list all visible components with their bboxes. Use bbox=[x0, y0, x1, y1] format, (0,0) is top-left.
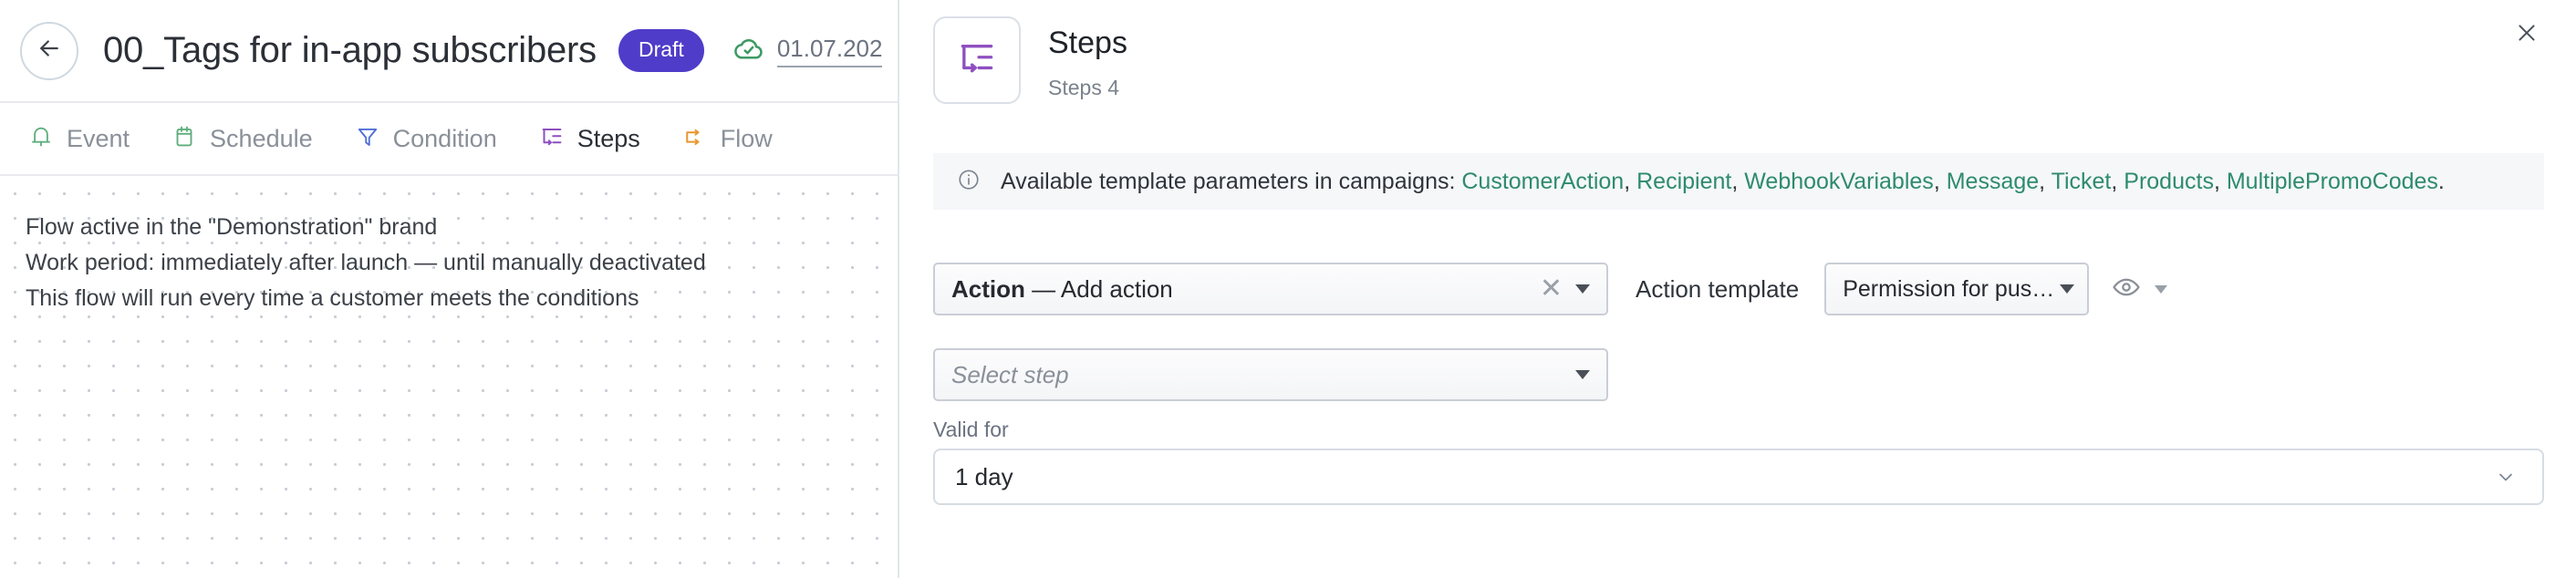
banner-text: Available template parameters in campaig… bbox=[1001, 169, 2445, 195]
param-link[interactable]: Recipient bbox=[1636, 169, 1731, 194]
tab-event[interactable]: Event bbox=[27, 123, 130, 155]
tab-schedule-label: Schedule bbox=[210, 124, 313, 152]
page-title: 00_Tags for in-app subscribers bbox=[103, 30, 597, 70]
tab-bar: Event Schedule Condition Steps Flow bbox=[0, 103, 898, 176]
saved-date: 01.07.202 bbox=[776, 35, 883, 67]
template-parameters-banner: Available template parameters in campaig… bbox=[933, 153, 2544, 210]
panel-subtitle: Steps 4 bbox=[1048, 75, 1119, 99]
action-select-bold: Action bbox=[951, 274, 1025, 303]
panel-title: Steps bbox=[1048, 26, 1127, 60]
caret-down-icon[interactable] bbox=[2060, 284, 2075, 294]
sep: , bbox=[1933, 168, 1947, 194]
flow-summary-line: Flow active in the "Demonstration" brand bbox=[26, 214, 438, 240]
tab-steps-label: Steps bbox=[576, 124, 640, 152]
tab-flow[interactable]: Flow bbox=[681, 123, 773, 155]
app-root: 00_Tags for in-app subscribers Draft 01.… bbox=[0, 0, 2576, 578]
info-icon bbox=[957, 168, 981, 196]
chevron-down-icon[interactable] bbox=[2495, 466, 2517, 488]
arrow-left-icon bbox=[36, 35, 63, 67]
top-bar: 00_Tags for in-app subscribers Draft 01.… bbox=[0, 0, 898, 103]
filter-icon bbox=[354, 123, 381, 155]
close-icon bbox=[2515, 21, 2539, 49]
action-row: Action — Add action ✕ Action template Pe… bbox=[933, 263, 2168, 315]
action-template-label: Action template bbox=[1636, 274, 1800, 303]
panel-icon-container bbox=[933, 16, 1021, 104]
sep: , bbox=[2111, 168, 2124, 194]
sep: , bbox=[1624, 168, 1637, 194]
banner-suffix: . bbox=[2437, 168, 2445, 194]
action-select[interactable]: Action — Add action ✕ bbox=[933, 263, 1608, 315]
sep: , bbox=[2039, 168, 2051, 194]
param-link[interactable]: MultiplePromoCodes bbox=[2227, 169, 2438, 194]
action-template-select[interactable]: Permission for push notification fro... bbox=[1824, 263, 2090, 315]
preview-template-button[interactable] bbox=[2111, 272, 2168, 307]
caret-down-icon[interactable] bbox=[1575, 370, 1590, 379]
bell-icon bbox=[27, 123, 55, 155]
panel-header: Steps Steps 4 bbox=[933, 16, 1127, 104]
tab-condition-label: Condition bbox=[392, 124, 497, 152]
action-select-rest: — Add action bbox=[1024, 274, 1173, 303]
action-select-value: Action — Add action bbox=[951, 275, 1173, 304]
tab-event-label: Event bbox=[67, 124, 130, 152]
param-link[interactable]: Products bbox=[2124, 169, 2214, 194]
param-link[interactable]: CustomerAction bbox=[1461, 169, 1624, 194]
tab-steps[interactable]: Steps bbox=[538, 123, 640, 155]
action-template-value: Permission for push notification fro... bbox=[1843, 275, 2060, 302]
status-badge: Draft bbox=[618, 29, 704, 72]
step-select[interactable]: Select step bbox=[933, 348, 1608, 401]
sep: , bbox=[2213, 168, 2227, 194]
back-button[interactable] bbox=[20, 21, 78, 80]
flow-summary: Flow active in the "Demonstration" brand… bbox=[26, 212, 706, 314]
flow-summary-line: Work period: immediately after launch — … bbox=[26, 250, 706, 275]
banner-prefix: Available template parameters in campaig… bbox=[1001, 168, 1462, 194]
steps-side-panel: Steps Steps 4 Available template paramet… bbox=[898, 0, 2576, 578]
eye-icon bbox=[2111, 272, 2142, 307]
param-link[interactable]: WebhookVariables bbox=[1744, 169, 1934, 194]
param-link[interactable]: Ticket bbox=[2051, 169, 2112, 194]
flow-summary-line: This flow will run every time a customer… bbox=[26, 285, 639, 311]
sep: , bbox=[1731, 168, 1745, 194]
tab-condition[interactable]: Condition bbox=[354, 123, 497, 155]
flow-editor-pane: 00_Tags for in-app subscribers Draft 01.… bbox=[0, 0, 898, 578]
close-panel-button[interactable] bbox=[2508, 16, 2545, 53]
flow-canvas[interactable]: Flow active in the "Demonstration" brand… bbox=[0, 178, 898, 578]
flow-icon bbox=[681, 123, 709, 155]
param-link[interactable]: Message bbox=[1947, 169, 2039, 194]
caret-down-icon[interactable] bbox=[1575, 284, 1590, 294]
valid-for-value: 1 day bbox=[955, 462, 1013, 490]
step-select-placeholder: Select step bbox=[951, 360, 1069, 388]
calendar-icon bbox=[171, 123, 198, 155]
tab-flow-label: Flow bbox=[720, 124, 773, 152]
saved-status[interactable]: 01.07.202 bbox=[732, 31, 883, 70]
cloud-check-icon bbox=[732, 31, 766, 70]
valid-for-select[interactable]: 1 day bbox=[933, 449, 2544, 505]
close-x-icon[interactable]: ✕ bbox=[1540, 275, 1563, 303]
steps-icon bbox=[538, 123, 566, 155]
tab-schedule[interactable]: Schedule bbox=[171, 123, 313, 155]
steps-icon bbox=[954, 36, 1000, 86]
caret-down-icon[interactable] bbox=[2155, 284, 2168, 294]
valid-for-label: Valid for bbox=[933, 418, 1009, 441]
